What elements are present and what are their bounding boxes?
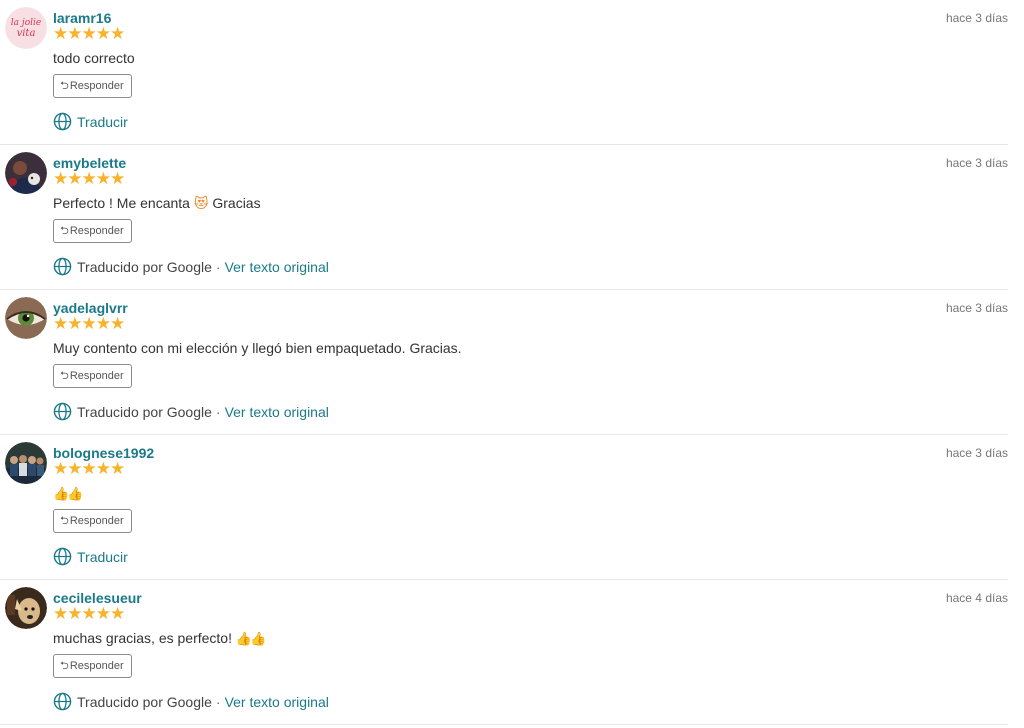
reply-label: Responder — [69, 225, 124, 237]
review-text: muchas gracias, es perfecto! 👍👍 — [53, 630, 266, 647]
review-timestamp: hace 3 días — [945, 156, 1008, 170]
star-rating: ★★★★★ — [53, 459, 125, 478]
reply-label: Responder — [69, 515, 124, 527]
review-text-end: Gracias — [212, 195, 261, 211]
review-item: emybelette ★★★★★ hace 3 días Perfecto ! … — [0, 145, 1008, 290]
star-rating: ★★★★★ — [53, 314, 125, 333]
translate-link[interactable]: Traducir — [77, 549, 128, 565]
globe-icon — [53, 402, 72, 421]
reply-arrow-icon: ⮌ — [60, 514, 69, 527]
separator-dot: · — [215, 403, 221, 420]
translated-by-google-label: Traducido por Google — [77, 403, 212, 420]
view-original-link[interactable]: Ver texto original — [225, 404, 329, 420]
reply-label: Responder — [69, 660, 124, 672]
translate-row: Traducido por Google · Ver texto origina… — [53, 692, 329, 711]
user-photo-avatar[interactable] — [5, 152, 47, 194]
star-rating: ★★★★★ — [53, 24, 125, 43]
reply-arrow-icon: ⮌ — [60, 79, 69, 92]
review-timestamp: hace 3 días — [945, 301, 1008, 315]
globe-icon — [53, 112, 72, 131]
separator-dot: · — [215, 693, 221, 710]
reply-button[interactable]: ⮌ Responder — [53, 509, 132, 533]
globe-icon — [53, 547, 72, 566]
review-item: cecilelesueur ★★★★★ hace 4 días muchas g… — [0, 580, 1008, 725]
translate-row: Traducir — [53, 112, 128, 131]
star-rating: ★★★★★ — [53, 169, 125, 188]
review-text: todo correcto — [53, 50, 135, 66]
eye-photo-avatar[interactable] — [5, 297, 47, 339]
group-photo-avatar[interactable] — [5, 442, 47, 484]
reply-arrow-icon: ⮌ — [60, 659, 69, 672]
la-jolie-vita-logo-icon[interactable]: la jolie vita — [5, 7, 47, 49]
svg-text:la jolie: la jolie — [11, 18, 41, 28]
view-original-link[interactable]: Ver texto original — [225, 259, 329, 275]
separator-dot: · — [215, 258, 221, 275]
view-original-link[interactable]: Ver texto original — [225, 694, 329, 710]
review-text: 👍👍 — [53, 485, 83, 502]
review-item: la jolie vita laramr16 ★★★★★ hace 3 días… — [0, 0, 1008, 145]
thumbs-up-emoji-icon: 👍👍 — [53, 487, 83, 502]
translated-by-google-label: Traducido por Google — [77, 258, 212, 275]
translate-link[interactable]: Traducir — [77, 114, 128, 130]
reply-label: Responder — [69, 80, 124, 92]
reply-arrow-icon: ⮌ — [60, 369, 69, 382]
reply-arrow-icon: ⮌ — [60, 224, 69, 237]
translate-row: Traducir — [53, 547, 128, 566]
review-timestamp: hace 3 días — [945, 11, 1008, 25]
translate-row: Traducido por Google · Ver texto origina… — [53, 402, 329, 421]
globe-icon — [53, 257, 72, 276]
svg-text:vita: vita — [17, 28, 36, 39]
review-item: yadelaglvrr ★★★★★ hace 3 días Muy conten… — [0, 290, 1008, 435]
review-text: Perfecto ! Me encanta 😻 Gracias — [53, 195, 261, 212]
reply-button[interactable]: ⮌ Responder — [53, 74, 132, 98]
dog-photo-avatar[interactable] — [5, 587, 47, 629]
translate-row: Traducido por Google · Ver texto origina… — [53, 257, 329, 276]
reply-label: Responder — [69, 370, 124, 382]
review-timestamp: hace 4 días — [945, 591, 1008, 605]
heart-eyes-cat-emoji-icon: 😻 — [193, 196, 209, 212]
reply-button[interactable]: ⮌ Responder — [53, 364, 132, 388]
review-text-start: muchas gracias, es perfecto! — [53, 630, 232, 646]
review-text: Muy contento con mi elección y llegó bie… — [53, 340, 462, 356]
globe-icon — [53, 692, 72, 711]
review-item: bolognese1992 ★★★★★ hace 3 días 👍👍 ⮌ Res… — [0, 435, 1008, 580]
reply-button[interactable]: ⮌ Responder — [53, 654, 132, 678]
translated-by-google-label: Traducido por Google — [77, 693, 212, 710]
thumbs-up-emoji-icon: 👍👍 — [235, 632, 266, 647]
review-timestamp: hace 3 días — [945, 446, 1008, 460]
reviews-list: la jolie vita laramr16 ★★★★★ hace 3 días… — [0, 0, 1024, 728]
star-rating: ★★★★★ — [53, 604, 125, 623]
reply-button[interactable]: ⮌ Responder — [53, 219, 132, 243]
review-text-start: Perfecto ! Me encanta — [53, 195, 190, 211]
